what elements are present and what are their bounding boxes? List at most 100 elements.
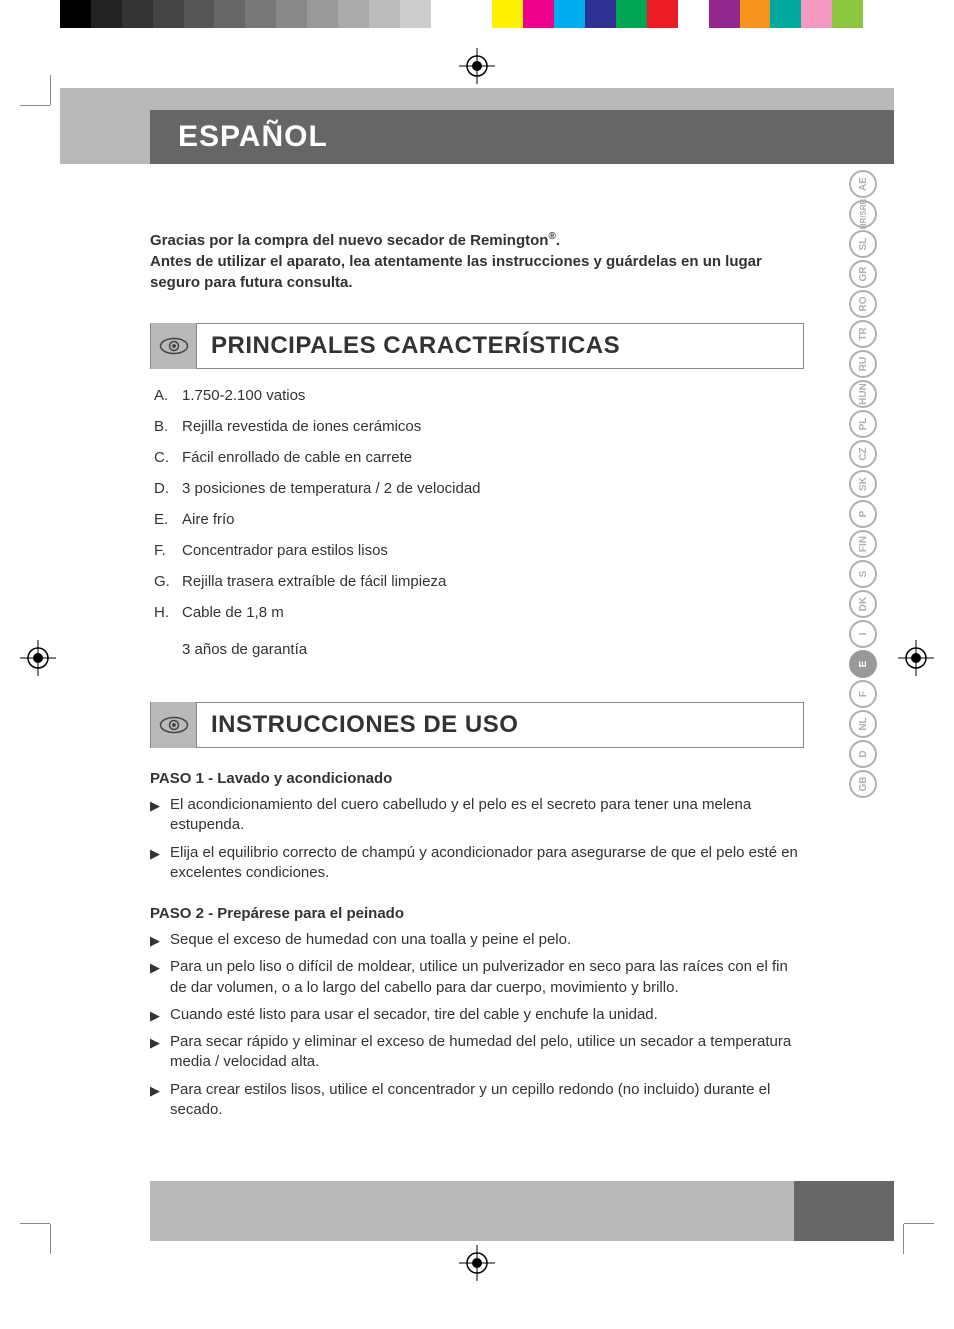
triangle-bullet-icon: ▶ — [150, 1080, 170, 1121]
language-tab-sk[interactable]: SK — [849, 470, 877, 498]
language-tab-d[interactable]: D — [849, 740, 877, 768]
step-item-text: Seque el exceso de humedad con una toall… — [170, 930, 571, 950]
step-item: ▶Elija el equilibrio correcto de champú … — [150, 843, 804, 884]
language-tab-f[interactable]: F — [849, 680, 877, 708]
feature-item: F.Concentrador para estilos lisos — [154, 542, 804, 559]
step-item: ▶Cuando esté listo para usar el secador,… — [150, 1005, 804, 1025]
features-list: A.1.750-2.100 vatios B.Rejilla revestida … — [150, 387, 804, 621]
step-item: ▶Para un pelo liso o difícil de moldear,… — [150, 957, 804, 998]
triangle-bullet-icon: ▶ — [150, 795, 170, 836]
triangle-bullet-icon: ▶ — [150, 1032, 170, 1073]
feature-text: Aire frío — [182, 511, 235, 528]
section-header-features: PRINCIPALES CARACTERÍSTICAS — [150, 323, 804, 369]
step-title: PASO 1 - Lavado y acondicionado — [150, 770, 804, 787]
intro-line1: Gracias por la compra del nuevo secador … — [150, 232, 560, 249]
feature-label: F. — [154, 542, 182, 559]
feature-item: G.Rejilla trasera extraíble de fácil lim… — [154, 573, 804, 590]
language-tab-ro[interactable]: RO — [849, 290, 877, 318]
language-tab-gr[interactable]: GR — [849, 260, 877, 288]
language-tab-pl[interactable]: PL — [849, 410, 877, 438]
language-tab-s[interactable]: S — [849, 560, 877, 588]
feature-label: C. — [154, 449, 182, 466]
registration-mark-icon — [459, 48, 495, 84]
feature-item: H.Cable de 1,8 m — [154, 604, 804, 621]
color-swatch — [369, 0, 400, 28]
color-swatch — [184, 0, 215, 28]
color-swatch — [740, 0, 771, 28]
feature-label: A. — [154, 387, 182, 404]
color-swatch — [276, 0, 307, 28]
feature-text: Cable de 1,8 m — [182, 604, 284, 621]
feature-item: D.3 posiciones de temperatura / 2 de vel… — [154, 480, 804, 497]
color-calibration-bar — [60, 0, 894, 28]
intro-line2: Antes de utilizar el aparato, lea atenta… — [150, 253, 762, 291]
feature-item: A.1.750-2.100 vatios — [154, 387, 804, 404]
feature-item: C.Fácil enrollado de cable en carrete — [154, 449, 804, 466]
step-item: ▶Para crear estilos lisos, utilice el co… — [150, 1080, 804, 1121]
language-selector-strip: GBDNLFEIDKSFINPSKCZPLHUNRUTRROGRSLHR/SRB… — [846, 170, 880, 798]
color-swatch — [863, 0, 894, 28]
language-tab-cz[interactable]: CZ — [849, 440, 877, 468]
color-swatch — [462, 0, 493, 28]
language-tab-dk[interactable]: DK — [849, 590, 877, 618]
color-swatch — [523, 0, 554, 28]
feature-label: G. — [154, 573, 182, 590]
language-tab-hun[interactable]: HUN — [849, 380, 877, 408]
step-title: PASO 2 - Prepárese para el peinado — [150, 905, 804, 922]
feature-text: Rejilla revestida de iones cerámicos — [182, 418, 421, 435]
feature-text: 1.750-2.100 vatios — [182, 387, 305, 404]
language-tab-e[interactable]: E — [849, 650, 877, 678]
triangle-bullet-icon: ▶ — [150, 1005, 170, 1025]
color-swatch — [678, 0, 709, 28]
step-item-text: Elija el equilibrio correcto de champú y… — [170, 843, 804, 884]
feature-item: B.Rejilla revestida de iones cerámicos — [154, 418, 804, 435]
language-tab-fin[interactable]: FIN — [849, 530, 877, 558]
color-swatch — [153, 0, 184, 28]
color-swatch — [616, 0, 647, 28]
language-tab-tr[interactable]: TR — [849, 320, 877, 348]
registration-mark-icon — [20, 640, 56, 676]
step-item-text: Para un pelo liso o difícil de moldear, … — [170, 957, 804, 998]
step-item-text: Para secar rápido y eliminar el exceso d… — [170, 1032, 804, 1073]
section-header-usage: INSTRUCCIONES DE USO — [150, 702, 804, 748]
eye-icon — [151, 702, 197, 748]
registration-mark-icon — [898, 640, 934, 676]
color-swatch — [214, 0, 245, 28]
step-item: ▶Para secar rápido y eliminar el exceso … — [150, 1032, 804, 1073]
step-item-text: El acondicionamiento del cuero cabelludo… — [170, 795, 804, 836]
footer-dark-block — [794, 1181, 894, 1241]
intro-paragraph: Gracias por la compra del nuevo secador … — [150, 230, 804, 293]
language-tab-i[interactable]: I — [849, 620, 877, 648]
footer-band — [150, 1181, 894, 1241]
language-tab-sl[interactable]: SL — [849, 230, 877, 258]
feature-label: E. — [154, 511, 182, 528]
feature-text: 3 posiciones de temperatura / 2 de veloc… — [182, 480, 481, 497]
step-item: ▶Seque el exceso de humedad con una toal… — [150, 930, 804, 950]
eye-icon — [151, 323, 197, 369]
color-swatch — [60, 0, 91, 28]
color-swatch — [91, 0, 122, 28]
color-swatch — [338, 0, 369, 28]
page-title-bar: ESPAÑOL — [150, 110, 894, 164]
language-tab-hrsrb[interactable]: HR/SRB — [849, 200, 877, 228]
language-tab-ru[interactable]: RU — [849, 350, 877, 378]
triangle-bullet-icon: ▶ — [150, 843, 170, 884]
section-title-usage: INSTRUCCIONES DE USO — [197, 711, 518, 739]
step-item-text: Para crear estilos lisos, utilice el con… — [170, 1080, 804, 1121]
step-item: ▶El acondicionamiento del cuero cabellud… — [150, 795, 804, 836]
color-swatch — [492, 0, 523, 28]
color-swatch — [400, 0, 431, 28]
language-tab-p[interactable]: P — [849, 500, 877, 528]
triangle-bullet-icon: ▶ — [150, 957, 170, 998]
language-tab-gb[interactable]: GB — [849, 770, 877, 798]
feature-label: H. — [154, 604, 182, 621]
warranty-text: 3 años de garantía — [150, 641, 804, 658]
crop-mark — [30, 1204, 70, 1244]
color-swatch — [832, 0, 863, 28]
feature-text: Rejilla trasera extraíble de fácil limpi… — [182, 573, 446, 590]
section-title-features: PRINCIPALES CARACTERÍSTICAS — [197, 332, 620, 360]
language-tab-ae[interactable]: AE — [849, 170, 877, 198]
color-swatch — [245, 0, 276, 28]
feature-label: D. — [154, 480, 182, 497]
language-tab-nl[interactable]: NL — [849, 710, 877, 738]
